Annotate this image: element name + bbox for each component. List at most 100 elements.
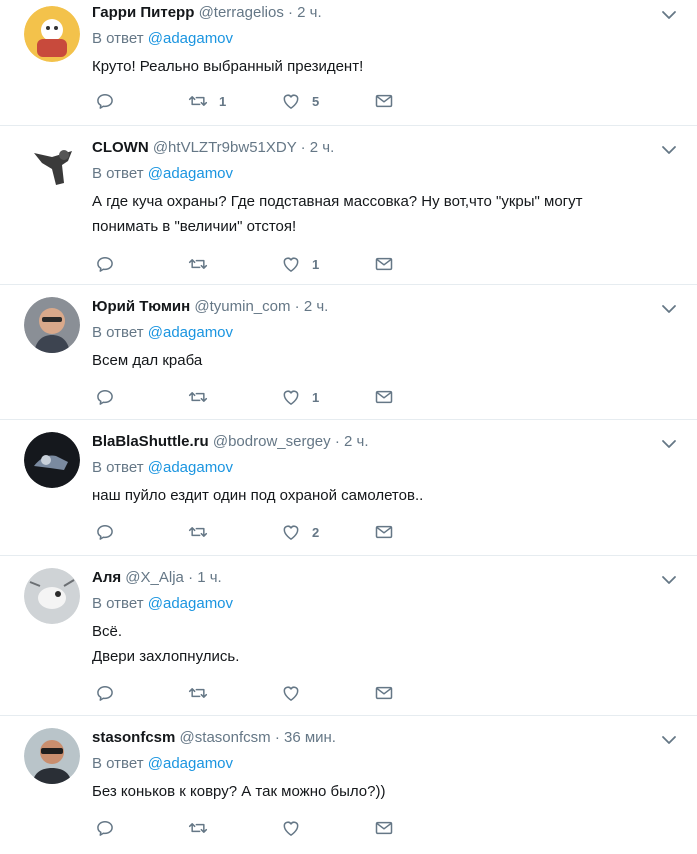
username[interactable]: @tyumin_com (194, 298, 290, 315)
avatar[interactable] (24, 6, 80, 62)
tweet[interactable]: Юрий Тюмин @tyumin_com · 2 ч. В ответ @a… (0, 285, 697, 420)
avatar[interactable] (24, 137, 80, 193)
tweet-text: Всё. Двери захлопнулись. (92, 623, 240, 665)
tweet[interactable]: BlaBlaShuttle.ru @bodrow_sergey · 2 ч. В… (0, 420, 697, 556)
avatar[interactable] (24, 728, 80, 784)
mention-link[interactable]: @adagamov (148, 165, 233, 182)
heart-icon (281, 818, 301, 838)
tweet-actions (92, 818, 697, 854)
reply-context: В ответ @adagamov (92, 29, 697, 49)
like-count: 5 (312, 93, 320, 109)
retweet-icon (188, 818, 208, 838)
mention-link[interactable]: @adagamov (148, 595, 233, 612)
direct-message-button[interactable] (374, 683, 394, 703)
reply-icon (95, 818, 115, 838)
reply-button[interactable] (95, 818, 115, 838)
like-button[interactable]: 2 (281, 522, 319, 542)
retweet-button[interactable] (188, 254, 219, 274)
direct-message-button[interactable] (374, 522, 394, 542)
username[interactable]: @terragelios (199, 4, 284, 21)
reply-button[interactable] (95, 254, 115, 274)
retweet-count: 1 (219, 93, 227, 109)
retweet-button[interactable] (188, 522, 219, 542)
chevron-down-icon[interactable] (661, 437, 677, 449)
reply-context: В ответ @adagamov (92, 754, 697, 774)
reply-button[interactable] (95, 522, 115, 542)
direct-message-button[interactable] (374, 387, 394, 407)
direct-message-button[interactable] (374, 91, 394, 111)
tweet[interactable]: CLOWN @htVLZTr9bw51XDY · 2 ч. В ответ @a… (0, 126, 697, 285)
reply-icon (95, 522, 115, 542)
separator-dot: · (288, 4, 293, 21)
timestamp[interactable]: 2 ч. (310, 139, 335, 156)
chevron-down-icon[interactable] (661, 573, 677, 585)
retweet-icon (188, 254, 208, 274)
chevron-down-icon[interactable] (661, 143, 677, 155)
reply-feed: Гарри Питерр @terragelios · 2 ч. В ответ… (0, 0, 697, 836)
like-count: 2 (312, 524, 320, 540)
reply-button[interactable] (95, 387, 115, 407)
envelope-icon (374, 683, 394, 703)
like-button[interactable]: 5 (281, 91, 319, 111)
direct-message-button[interactable] (374, 254, 394, 274)
tweet-header: Аля @X_Alja · 1 ч. (92, 556, 697, 588)
reply-context: В ответ @adagamov (92, 164, 697, 184)
heart-icon (281, 254, 301, 274)
username[interactable]: @bodrow_sergey (213, 433, 331, 450)
heart-icon (281, 91, 301, 111)
heart-icon (281, 387, 301, 407)
chevron-down-icon[interactable] (661, 8, 677, 20)
timestamp[interactable]: 36 мин. (284, 729, 336, 746)
separator-dot: · (188, 569, 194, 586)
reply-button[interactable] (95, 683, 115, 703)
display-name[interactable]: CLOWN (92, 139, 149, 156)
mention-link[interactable]: @adagamov (148, 30, 233, 47)
display-name[interactable]: Аля (92, 569, 121, 586)
reply-prefix: В ответ (92, 165, 144, 182)
retweet-button[interactable] (188, 683, 219, 703)
username[interactable]: @X_Alja (125, 569, 184, 586)
like-button[interactable]: 1 (281, 387, 319, 407)
tweet[interactable]: Аля @X_Alja · 1 ч. В ответ @adagamov Всё… (0, 556, 697, 716)
tweet-actions: 2 (92, 522, 697, 558)
reply-button[interactable] (95, 91, 115, 111)
username[interactable]: @stasonfcsm (180, 729, 271, 746)
tweet-header: stasonfcsm @stasonfcsm · 36 мин. (92, 716, 697, 748)
retweet-button[interactable] (188, 818, 219, 838)
tweet[interactable]: Гарри Питерр @terragelios · 2 ч. В ответ… (0, 0, 697, 126)
display-name[interactable]: Юрий Тюмин (92, 298, 190, 315)
avatar[interactable] (24, 568, 80, 624)
tweet-text: Круто! Реально выбранный президент! (92, 58, 364, 75)
mention-link[interactable]: @adagamov (148, 755, 233, 772)
retweet-button[interactable]: 1 (188, 91, 226, 111)
like-button[interactable] (281, 683, 312, 703)
like-button[interactable]: 1 (281, 254, 319, 274)
display-name[interactable]: BlaBlaShuttle.ru (92, 433, 209, 450)
retweet-icon (188, 683, 208, 703)
envelope-icon (374, 91, 394, 111)
reply-prefix: В ответ (92, 595, 144, 612)
chevron-down-icon[interactable] (661, 302, 677, 314)
reply-icon (95, 683, 115, 703)
display-name[interactable]: Гарри Питерр (92, 4, 194, 21)
timestamp[interactable]: 2 ч. (297, 4, 322, 21)
timestamp[interactable]: 2 ч. (344, 433, 369, 450)
like-count: 1 (312, 389, 320, 405)
display-name[interactable]: stasonfcsm (92, 729, 175, 746)
tweet-header: CLOWN @htVLZTr9bw51XDY · 2 ч. (92, 126, 697, 158)
chevron-down-icon[interactable] (661, 733, 677, 745)
avatar[interactable] (24, 297, 80, 353)
retweet-icon (188, 387, 208, 407)
mention-link[interactable]: @adagamov (148, 324, 233, 341)
like-button[interactable] (281, 818, 312, 838)
heart-icon (281, 683, 301, 703)
direct-message-button[interactable] (374, 818, 394, 838)
mention-link[interactable]: @adagamov (148, 459, 233, 476)
username[interactable]: @htVLZTr9bw51XDY (153, 139, 297, 156)
retweet-button[interactable] (188, 387, 219, 407)
tweet[interactable]: stasonfcsm @stasonfcsm · 36 мин. В ответ… (0, 716, 697, 836)
separator-dot: · (300, 139, 306, 156)
timestamp[interactable]: 2 ч. (304, 298, 329, 315)
timestamp[interactable]: 1 ч. (197, 569, 222, 586)
avatar[interactable] (24, 432, 80, 488)
